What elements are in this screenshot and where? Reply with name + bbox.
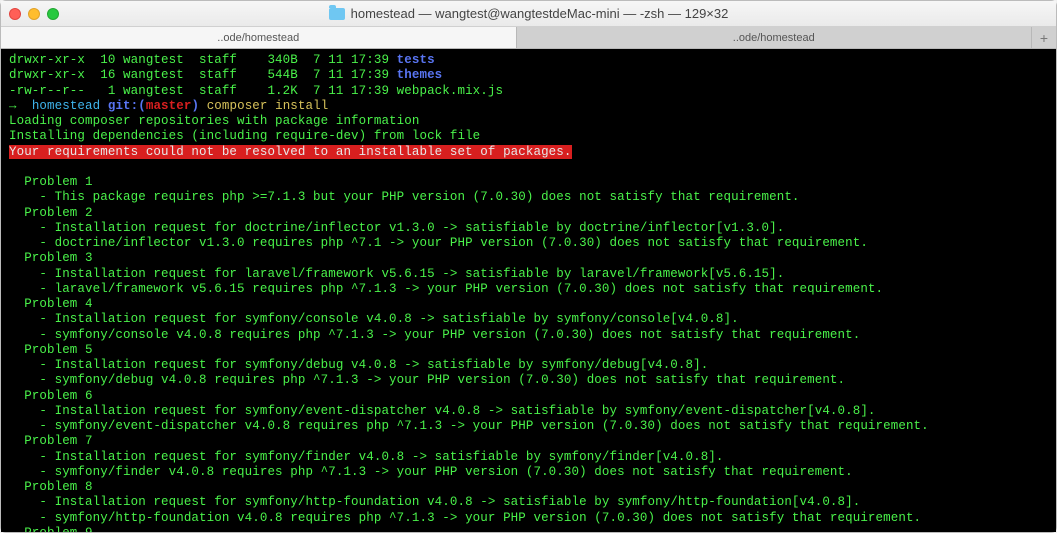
problem-title: Problem 3 <box>9 251 1050 266</box>
problem-detail: - symfony/debug v4.0.8 requires php ^7.1… <box>9 373 1050 388</box>
problem-detail: - Installation request for symfony/event… <box>9 404 1050 419</box>
close-icon[interactable] <box>9 8 21 20</box>
window-title: homestead — wangtest@wangtestdeMac-mini … <box>1 6 1056 21</box>
problem-detail: - Installation request for laravel/frame… <box>9 267 1050 282</box>
problem-detail: - This package requires php >=7.1.3 but … <box>9 190 1050 205</box>
problem-title: Problem 9 <box>9 526 1050 532</box>
tab-bar: ..ode/homestead ..ode/homestead + <box>1 27 1056 49</box>
ls-row: drwxr-xr-x 16 wangtest staff 544B 7 11 1… <box>9 68 1050 83</box>
problem-title: Problem 2 <box>9 206 1050 221</box>
titlebar[interactable]: homestead — wangtest@wangtestdeMac-mini … <box>1 1 1056 27</box>
tab-1-label: ..ode/homestead <box>217 32 299 44</box>
problem-detail: - Installation request for symfony/finde… <box>9 450 1050 465</box>
problem-detail: - doctrine/inflector v1.3.0 requires php… <box>9 236 1050 251</box>
problem-title: Problem 6 <box>9 389 1050 404</box>
window-title-text: homestead — wangtest@wangtestdeMac-mini … <box>351 6 729 21</box>
composer-line: Installing dependencies (including requi… <box>9 129 1050 144</box>
tab-2[interactable]: ..ode/homestead <box>517 27 1033 48</box>
ls-row: drwxr-xr-x 10 wangtest staff 340B 7 11 1… <box>9 53 1050 68</box>
composer-line: Loading composer repositories with packa… <box>9 114 1050 129</box>
plus-icon: + <box>1040 30 1048 46</box>
problem-title: Problem 5 <box>9 343 1050 358</box>
problem-detail: - symfony/finder v4.0.8 requires php ^7.… <box>9 465 1050 480</box>
ls-row: -rw-r--r-- 1 wangtest staff 1.2K 7 11 17… <box>9 84 1050 99</box>
tab-add-button[interactable]: + <box>1032 27 1056 48</box>
terminal-window: homestead — wangtest@wangtestdeMac-mini … <box>0 0 1057 533</box>
problem-detail: - laravel/framework v5.6.15 requires php… <box>9 282 1050 297</box>
problem-title: Problem 7 <box>9 434 1050 449</box>
blank-line <box>9 160 1050 175</box>
minimize-icon[interactable] <box>28 8 40 20</box>
zoom-icon[interactable] <box>47 8 59 20</box>
problem-detail: - Installation request for symfony/debug… <box>9 358 1050 373</box>
traffic-lights <box>9 8 59 20</box>
problem-detail: - Installation request for doctrine/infl… <box>9 221 1050 236</box>
error-line: Your requirements could not be resolved … <box>9 145 1050 160</box>
folder-icon <box>329 8 345 20</box>
problem-detail: - Installation request for symfony/http-… <box>9 495 1050 510</box>
problem-title: Problem 1 <box>9 175 1050 190</box>
tab-1[interactable]: ..ode/homestead <box>1 27 517 48</box>
problem-detail: - symfony/http-foundation v4.0.8 require… <box>9 511 1050 526</box>
problem-detail: - symfony/event-dispatcher v4.0.8 requir… <box>9 419 1050 434</box>
terminal-content[interactable]: drwxr-xr-x 10 wangtest staff 340B 7 11 1… <box>1 49 1056 532</box>
problem-title: Problem 4 <box>9 297 1050 312</box>
prompt-line: → homestead git:(master) composer instal… <box>9 99 1050 114</box>
problem-detail: - Installation request for symfony/conso… <box>9 312 1050 327</box>
problem-detail: - symfony/console v4.0.8 requires php ^7… <box>9 328 1050 343</box>
problem-title: Problem 8 <box>9 480 1050 495</box>
tab-2-label: ..ode/homestead <box>733 32 815 44</box>
